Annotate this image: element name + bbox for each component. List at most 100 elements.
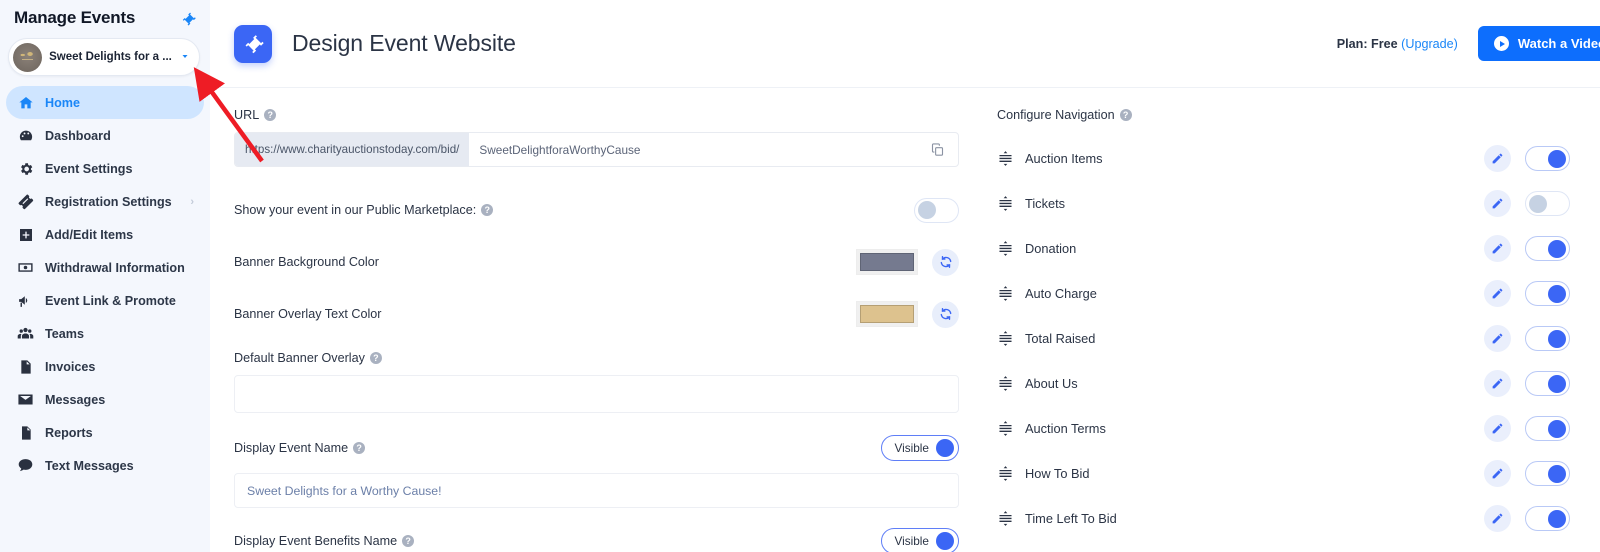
url-input[interactable]: SweetDelightforaWorthyCause xyxy=(469,133,917,166)
sidebar-item-add-edit-items[interactable]: Add/Edit Items xyxy=(6,218,204,251)
display-event-benefits-visibility-toggle[interactable]: Visible xyxy=(881,528,959,552)
pencil-icon[interactable] xyxy=(1484,190,1511,217)
sidebar-item-event-link-promote[interactable]: Event Link & Promote xyxy=(6,284,204,317)
pencil-icon[interactable] xyxy=(1484,415,1511,442)
gavel-icon[interactable] xyxy=(181,11,196,26)
nav-config-actions xyxy=(1484,505,1570,532)
watch-video-label: Watch a Video xyxy=(1517,36,1600,51)
sidebar-item-label: Invoices xyxy=(45,359,96,374)
home-icon xyxy=(16,95,35,111)
nav-config-actions xyxy=(1484,325,1570,352)
default-banner-overlay-label-text: Default Banner Overlay xyxy=(234,351,365,365)
nav-config-label: Donation xyxy=(1025,241,1077,256)
help-icon[interactable]: ? xyxy=(481,204,494,216)
nav-config-toggle[interactable] xyxy=(1525,191,1570,216)
drag-handle-icon[interactable] xyxy=(997,510,1021,527)
chevron-down-icon[interactable] xyxy=(179,50,191,65)
help-icon[interactable]: ? xyxy=(264,109,277,121)
drag-handle-icon[interactable] xyxy=(997,150,1021,167)
pencil-icon[interactable] xyxy=(1484,370,1511,397)
drag-handle-icon[interactable] xyxy=(997,330,1021,347)
sidebar-item-invoices[interactable]: Invoices xyxy=(6,350,204,383)
drag-handle-icon[interactable] xyxy=(997,465,1021,482)
drag-handle-icon[interactable] xyxy=(997,240,1021,257)
default-banner-overlay-input[interactable] xyxy=(234,375,959,413)
nav-config-toggle[interactable] xyxy=(1525,281,1570,306)
help-icon[interactable]: ? xyxy=(402,535,415,547)
watch-video-button[interactable]: Watch a Video xyxy=(1477,26,1600,61)
drag-handle-icon[interactable] xyxy=(997,195,1021,212)
chat-bubble-icon xyxy=(16,457,35,474)
pencil-icon[interactable] xyxy=(1484,505,1511,532)
avatar xyxy=(13,42,42,72)
nav-config-label: Time Left To Bid xyxy=(1025,511,1117,526)
pencil-icon[interactable] xyxy=(1484,235,1511,262)
nav-config-label: Auction Items xyxy=(1025,151,1103,166)
sidebar-item-event-settings[interactable]: Event Settings xyxy=(6,152,204,185)
sidebar-item-reports[interactable]: Reports xyxy=(6,416,204,449)
sidebar-item-messages[interactable]: Messages xyxy=(6,383,204,416)
banner-background-color-row: Banner Background Color xyxy=(234,247,959,277)
plus-square-icon xyxy=(16,227,35,243)
display-event-name-input[interactable]: Sweet Delights for a Worthy Cause! xyxy=(234,473,959,508)
nav-config-toggle[interactable] xyxy=(1525,146,1570,171)
sidebar-item-label: Dashboard xyxy=(45,128,111,143)
sidebar-item-text-messages[interactable]: Text Messages xyxy=(6,449,204,482)
sidebar-item-dashboard[interactable]: Dashboard xyxy=(6,119,204,152)
header-actions: Plan: Free (Upgrade) Watch a Video xyxy=(1337,26,1600,61)
display-event-name-row: Display Event Name ? Visible xyxy=(234,433,959,463)
content-area: URL ? https://www.charityauctionstoday.c… xyxy=(210,88,1600,552)
speedometer-icon xyxy=(16,128,35,144)
nav-config-toggle[interactable] xyxy=(1525,326,1570,351)
nav-config-row: Auction Terms xyxy=(997,406,1570,451)
display-event-benefits-name-row: Display Event Benefits Name ? Visible xyxy=(234,526,959,552)
sidebar-nav: Home Dashboard Event Settings Registrati… xyxy=(0,86,210,482)
nav-config-toggle[interactable] xyxy=(1525,461,1570,486)
refresh-icon[interactable] xyxy=(932,300,959,328)
banner-background-color-controls xyxy=(856,248,959,276)
help-icon[interactable]: ? xyxy=(353,442,366,454)
upgrade-link[interactable]: (Upgrade) xyxy=(1401,37,1458,51)
page-title: Design Event Website xyxy=(292,30,516,56)
help-icon[interactable]: ? xyxy=(1119,109,1132,121)
drag-handle-icon[interactable] xyxy=(997,375,1021,392)
sidebar-item-label: Registration Settings xyxy=(45,194,172,209)
drag-handle-icon[interactable] xyxy=(997,285,1021,302)
nav-config-label: Total Raised xyxy=(1025,331,1096,346)
pencil-icon[interactable] xyxy=(1484,280,1511,307)
event-selector[interactable]: Sweet Delights for a ... xyxy=(8,38,200,76)
display-event-name-visibility-toggle[interactable]: Visible xyxy=(881,435,959,461)
marketplace-toggle[interactable] xyxy=(914,197,959,223)
refresh-icon[interactable] xyxy=(932,248,959,276)
url-field[interactable]: https://www.charityauctionstoday.com/bid… xyxy=(234,132,959,167)
app-root: Manage Events Sweet Delights for a ... H… xyxy=(0,0,1600,552)
copy-icon[interactable] xyxy=(917,133,958,166)
help-icon[interactable]: ? xyxy=(369,352,382,364)
nav-config-toggle[interactable] xyxy=(1525,416,1570,441)
configure-navigation-title: Configure Navigation ? xyxy=(997,108,1570,122)
nav-config-actions xyxy=(1484,190,1570,217)
pencil-icon[interactable] xyxy=(1484,460,1511,487)
nav-config-toggle[interactable] xyxy=(1525,371,1570,396)
visibility-label: Visible xyxy=(894,534,929,548)
sidebar-item-registration-settings[interactable]: Registration Settings › xyxy=(6,185,204,218)
drag-handle-icon[interactable] xyxy=(997,420,1021,437)
configure-navigation-column: Configure Navigation ? Auction Items Tick… xyxy=(985,108,1600,552)
nav-config-label: Auto Charge xyxy=(1025,286,1097,301)
nav-config-row: How To Bid xyxy=(997,451,1570,496)
sidebar-item-home[interactable]: Home xyxy=(6,86,204,119)
nav-config-toggle[interactable] xyxy=(1525,236,1570,261)
sidebar-item-label: Messages xyxy=(45,392,106,407)
sidebar-item-teams[interactable]: Teams xyxy=(6,317,204,350)
configure-navigation-title-text: Configure Navigation xyxy=(997,108,1115,122)
banner-overlay-text-color-swatch[interactable] xyxy=(856,301,918,327)
marketplace-label: Show your event in our Public Marketplac… xyxy=(234,203,494,217)
pencil-icon[interactable] xyxy=(1484,145,1511,172)
banner-background-color-swatch[interactable] xyxy=(856,249,918,275)
sidebar-item-withdrawal-information[interactable]: Withdrawal Information xyxy=(6,251,204,284)
display-event-name-group: Display Event Name ? Visible Sweet Delig… xyxy=(234,433,959,508)
nav-config-actions xyxy=(1484,145,1570,172)
nav-config-toggle[interactable] xyxy=(1525,506,1570,531)
display-event-name-label-text: Display Event Name xyxy=(234,441,349,455)
pencil-icon[interactable] xyxy=(1484,325,1511,352)
